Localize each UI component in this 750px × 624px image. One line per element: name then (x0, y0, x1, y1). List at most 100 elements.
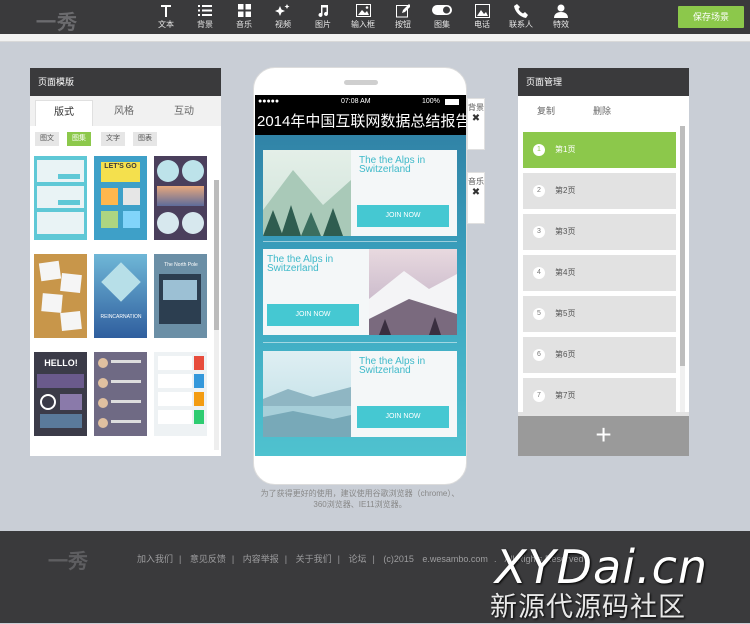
logo: 一秀 (36, 12, 78, 34)
page-number: 2 (533, 185, 545, 197)
tool-input[interactable]: 输入框 (346, 4, 380, 32)
footer-link-feedback[interactable]: 意见反馈 (190, 554, 226, 564)
tab-style[interactable]: 风格 (95, 100, 153, 126)
copy-page-button[interactable]: 复制 (537, 96, 555, 126)
hello-label: HELLO! (44, 358, 78, 368)
page-number: 7 (533, 390, 545, 402)
tool-label: 按钮 (395, 20, 411, 29)
tool-label: 背景 (197, 20, 213, 29)
content-card[interactable]: The the Alps in Switzerland JOIN NOW (263, 351, 457, 437)
chip-gallery[interactable]: 图集 (67, 132, 91, 146)
battery-icon (445, 99, 459, 105)
page-item[interactable]: 7 第7页 (523, 378, 676, 414)
template-scrollbar[interactable] (214, 180, 219, 450)
tab-interactive[interactable]: 互动 (155, 100, 213, 126)
page-label: 第3页 (555, 227, 576, 236)
page-number: 3 (533, 226, 545, 238)
join-now-button[interactable]: JOIN NOW (267, 304, 359, 326)
tool-label: 音乐 (236, 20, 252, 29)
page-item[interactable]: 2 第2页 (523, 173, 676, 209)
status-time: 07:08 AM (341, 98, 371, 105)
tab-layout[interactable]: 版式 (35, 100, 93, 126)
tool-gallery[interactable]: 图集 (425, 4, 459, 32)
page-item[interactable]: 3 第3页 (523, 214, 676, 250)
footer-link-about[interactable]: 关于我们 (296, 554, 332, 564)
join-now-button[interactable]: JOIN NOW (357, 205, 449, 227)
north-pole-label: The North Pole (164, 262, 198, 268)
page-item[interactable]: 6 第6页 (523, 337, 676, 373)
template-thumb[interactable] (154, 352, 207, 436)
browser-tip: 为了获得更好的使用，建议使用谷歌浏览器（chrome）、360浏览器、IE11浏… (260, 489, 460, 509)
template-thumb[interactable] (154, 156, 207, 240)
tool-contact[interactable]: 联系人 (504, 4, 538, 32)
lets-go-label: LET'S GO (101, 162, 140, 182)
music-side-tab[interactable]: 音乐 ✖ (467, 172, 485, 224)
page-label: 第4页 (555, 268, 576, 277)
template-thumb[interactable]: HELLO! (34, 352, 87, 436)
footer-link-report[interactable]: 内容举报 (243, 554, 279, 564)
save-scene-button[interactable]: 保存场景 (678, 6, 744, 28)
toggle-icon (425, 4, 459, 19)
page-manager-panel: 页面管理 复制 删除 1 第1页 2 第2页 3 第3页 4 第4页 5 第5页… (518, 68, 689, 456)
contact-icon (544, 4, 578, 19)
tool-music[interactable]: 音乐 (227, 4, 261, 32)
add-page-button[interactable]: + (518, 416, 689, 456)
tool-picture[interactable]: 图片 (306, 4, 340, 32)
scroll-thumb[interactable] (214, 180, 219, 330)
page-item[interactable]: 5 第5页 (523, 296, 676, 332)
close-icon[interactable]: ✖ (468, 114, 484, 124)
join-now-button[interactable]: JOIN NOW (357, 406, 449, 428)
page-list-scrollbar[interactable] (680, 126, 685, 412)
tool-label: 联系人 (509, 20, 533, 29)
background-side-tab[interactable]: 背景 ✖ (467, 98, 485, 150)
panel-title: 页面模版 (30, 68, 221, 96)
signal-dots: ●●●●● (258, 98, 280, 105)
delete-page-button[interactable]: 删除 (593, 96, 611, 126)
chip-chart[interactable]: 图表 (133, 132, 157, 146)
footer-logo: 一秀 (48, 551, 88, 573)
page-item[interactable]: 1 第1页 (523, 132, 676, 168)
content-card[interactable]: The the Alps in Switzerland JOIN NOW (263, 150, 457, 236)
template-thumb[interactable] (34, 156, 87, 240)
card-title: The the Alps in Switzerland (359, 155, 426, 175)
footer-link-join[interactable]: 加入我们 (137, 554, 173, 564)
panel-title: 页面管理 (518, 68, 689, 96)
page-number: 1 (533, 144, 545, 156)
music-note-icon (306, 4, 340, 19)
scroll-thumb[interactable] (680, 126, 685, 366)
image-icon (346, 4, 380, 19)
page-item[interactable]: 4 第4页 (523, 255, 676, 291)
tool-label: 电话 (474, 20, 490, 29)
close-icon[interactable]: ✖ (468, 188, 484, 198)
edit-icon (386, 4, 420, 19)
tool-button[interactable]: 按钮 (386, 4, 420, 32)
status-battery: 100% (422, 98, 440, 105)
tool-phone[interactable]: 电话 (465, 4, 499, 32)
template-thumb[interactable] (94, 352, 147, 436)
lake-image (263, 351, 351, 437)
chip-image-text[interactable]: 图文 (35, 132, 59, 146)
tool-background[interactable]: 背景 (188, 4, 222, 32)
page-label: 第5页 (555, 309, 576, 318)
top-toolbar: 一秀 文本 背景 音乐 视频 图片 输入框 按钮 图集 电话 联系人 特效 保存… (0, 0, 750, 34)
tool-label: 视频 (275, 20, 291, 29)
template-thumb[interactable]: REINCARNATION (94, 254, 147, 338)
page-label: 第2页 (555, 186, 576, 195)
tool-video[interactable]: 视频 (266, 4, 300, 32)
page-number: 5 (533, 308, 545, 320)
mountain-image (369, 249, 457, 335)
tool-text[interactable]: 文本 (149, 4, 183, 32)
chip-text[interactable]: 文字 (101, 132, 125, 146)
template-thumb[interactable]: The North Pole (154, 254, 207, 338)
page-title[interactable]: 2014年中国互联网数据总结报告 (255, 109, 466, 135)
card-title: The the Alps in Switzerland (359, 356, 426, 376)
tool-label: 图集 (434, 20, 450, 29)
divider (263, 342, 457, 343)
status-bar: ●●●●● 07:08 AM 100% (255, 95, 466, 109)
template-thumb[interactable] (34, 254, 87, 338)
content-card[interactable]: The the Alps in Switzerland JOIN NOW (263, 249, 457, 335)
template-thumb[interactable]: LET'S GO (94, 156, 147, 240)
side-tab-label: 背景 (468, 103, 484, 112)
tool-effects[interactable]: 特效 (544, 4, 578, 32)
footer-link-forum[interactable]: 论坛 (349, 554, 367, 564)
